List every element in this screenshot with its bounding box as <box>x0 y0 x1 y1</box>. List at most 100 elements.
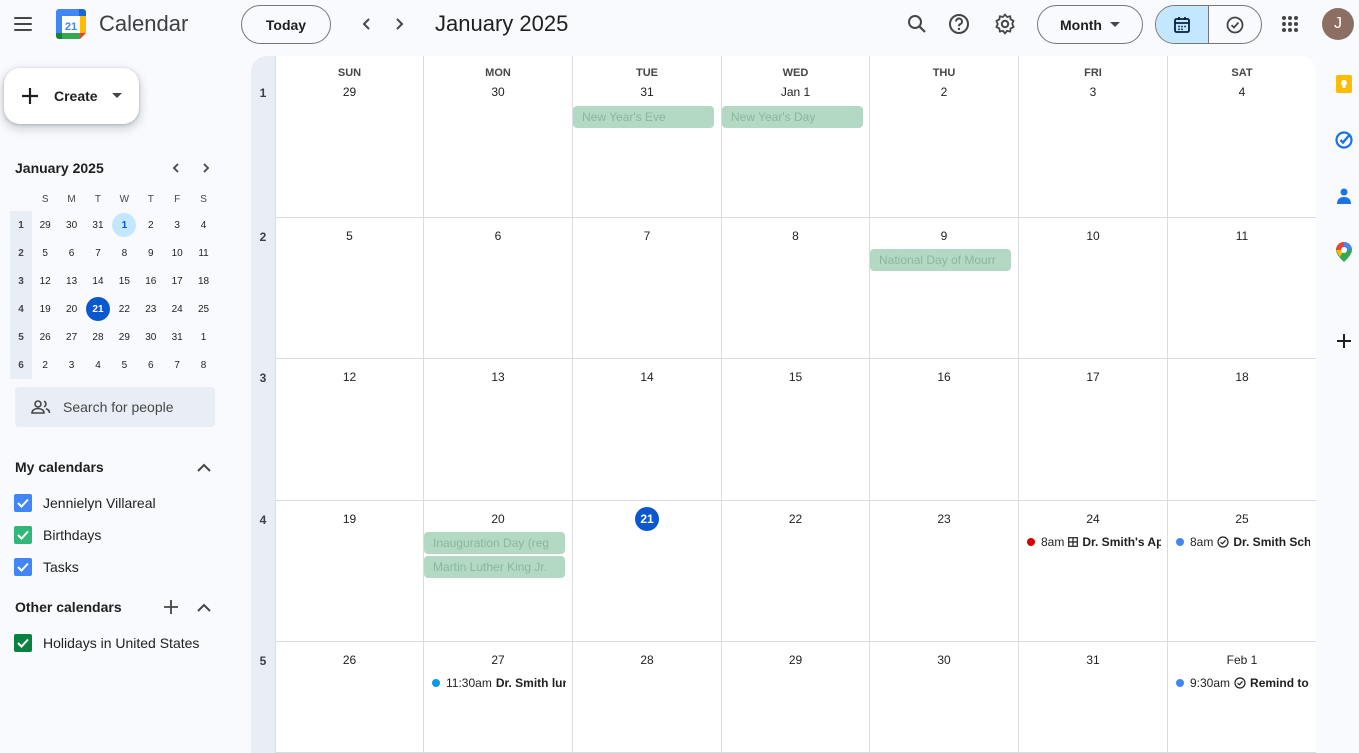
mini-day[interactable]: 16 <box>138 267 164 295</box>
day-cell[interactable]: 15 <box>721 359 869 501</box>
day-cell[interactable]: WED Jan 1 New Year's Day <box>721 56 869 218</box>
contacts-icon[interactable] <box>1333 185 1355 207</box>
day-cell[interactable]: 17 <box>1018 359 1167 501</box>
day-number[interactable]: Feb 1 <box>1168 648 1316 672</box>
day-cell[interactable]: MON 30 <box>423 56 572 218</box>
day-cell[interactable]: 13 <box>423 359 572 501</box>
day-number[interactable]: 17 <box>1019 365 1167 389</box>
day-cell[interactable]: 9 National Day of Mourr <box>869 218 1018 359</box>
account-avatar[interactable]: J <box>1322 8 1354 40</box>
day-number[interactable]: 12 <box>276 365 423 389</box>
day-cell[interactable]: 12 <box>275 359 423 501</box>
day-cell[interactable]: 14 <box>572 359 721 501</box>
previous-month-button[interactable] <box>355 12 379 36</box>
mini-week-number[interactable]: 2 <box>10 239 32 267</box>
day-cell[interactable]: 22 <box>721 501 869 642</box>
day-cell[interactable]: 6 <box>423 218 572 359</box>
day-cell[interactable]: 26 <box>275 642 423 753</box>
week-number[interactable]: 1 <box>251 86 275 100</box>
holiday-event-chip[interactable]: Inauguration Day (reg <box>424 532 565 554</box>
settings-gear-icon[interactable] <box>991 10 1019 38</box>
mini-day[interactable]: 29 <box>32 211 58 239</box>
mini-day[interactable]: 18 <box>190 267 216 295</box>
week-number[interactable]: 2 <box>251 230 275 244</box>
day-number[interactable]: 19 <box>276 507 423 531</box>
mini-week-number[interactable]: 6 <box>10 351 32 379</box>
mini-day[interactable]: 28 <box>85 323 111 351</box>
keep-icon[interactable] <box>1333 73 1355 95</box>
day-cell[interactable]: Feb 1 9:30am Remind to <box>1167 642 1316 753</box>
mini-day[interactable]: 17 <box>164 267 190 295</box>
calendar-item[interactable]: Jennielyn Villareal <box>14 494 156 512</box>
collapse-my-calendars-icon[interactable] <box>194 457 214 477</box>
mini-day[interactable]: 30 <box>138 323 164 351</box>
mini-day[interactable]: 12 <box>32 267 58 295</box>
day-cell[interactable]: 8 <box>721 218 869 359</box>
day-cell[interactable]: 11 <box>1167 218 1316 359</box>
mini-day[interactable]: 3 <box>58 351 84 379</box>
mini-day[interactable]: 5 <box>32 239 58 267</box>
mini-day[interactable]: 19 <box>32 295 58 323</box>
day-cell[interactable]: 18 <box>1167 359 1316 501</box>
day-number[interactable]: 26 <box>276 648 423 672</box>
mini-day[interactable]: 20 <box>58 295 84 323</box>
calendar-checkbox[interactable] <box>14 526 32 544</box>
timed-event[interactable]: 11:30am Dr. Smith lun <box>432 672 566 694</box>
day-number[interactable]: 9 <box>870 224 1018 248</box>
day-number[interactable]: 7 <box>573 224 721 248</box>
day-cell[interactable]: 25 8am Dr. Smith Sch <box>1167 501 1316 642</box>
day-number[interactable]: 27 <box>424 648 572 672</box>
mini-week-number[interactable]: 4 <box>10 295 32 323</box>
calendar-checkbox[interactable] <box>14 558 32 576</box>
mini-day[interactable]: 10 <box>164 239 190 267</box>
day-number[interactable]: 29 <box>276 80 423 104</box>
day-number[interactable]: 11 <box>1168 224 1316 248</box>
day-cell[interactable]: 29 <box>721 642 869 753</box>
mini-day[interactable]: 21 <box>85 295 111 323</box>
mini-day[interactable]: 2 <box>32 351 58 379</box>
day-number[interactable]: 21 <box>573 507 721 531</box>
day-cell[interactable]: 31 <box>1018 642 1167 753</box>
day-number[interactable]: 30 <box>424 80 572 104</box>
day-cell[interactable]: 24 8am Dr. Smith's Ap <box>1018 501 1167 642</box>
mini-day[interactable]: 24 <box>164 295 190 323</box>
day-number[interactable]: 23 <box>870 507 1018 531</box>
mini-day[interactable]: 27 <box>58 323 84 351</box>
mini-day[interactable]: 2 <box>138 211 164 239</box>
view-selector-dropdown[interactable]: Month <box>1037 5 1143 44</box>
day-number[interactable]: 16 <box>870 365 1018 389</box>
help-icon[interactable] <box>945 10 973 38</box>
mini-day[interactable]: 31 <box>164 323 190 351</box>
day-number[interactable]: 8 <box>722 224 869 248</box>
mini-day[interactable]: 6 <box>138 351 164 379</box>
mini-day[interactable]: 7 <box>164 351 190 379</box>
calendar-checkbox[interactable] <box>14 634 32 652</box>
day-number[interactable]: 4 <box>1168 80 1316 104</box>
mini-prev-month-button[interactable] <box>166 158 186 178</box>
day-number[interactable]: 6 <box>424 224 572 248</box>
day-cell[interactable]: 23 <box>869 501 1018 642</box>
timed-event[interactable]: 8am Dr. Smith's Ap <box>1027 531 1161 553</box>
add-other-calendar-icon[interactable] <box>161 597 181 617</box>
mini-day[interactable]: 3 <box>164 211 190 239</box>
day-cell[interactable]: SAT 4 <box>1167 56 1316 218</box>
mini-day[interactable]: 8 <box>190 351 216 379</box>
day-number[interactable]: 20 <box>424 507 572 531</box>
mini-day[interactable]: 5 <box>111 351 137 379</box>
today-button[interactable]: Today <box>241 5 331 44</box>
mini-day[interactable]: 31 <box>85 211 111 239</box>
mini-week-number[interactable]: 3 <box>10 267 32 295</box>
day-cell[interactable]: 27 11:30am Dr. Smith lun <box>423 642 572 753</box>
mini-day[interactable]: 23 <box>138 295 164 323</box>
holiday-event-chip[interactable]: New Year's Day <box>722 106 863 128</box>
search-people-input[interactable]: Search for people <box>15 387 215 427</box>
search-icon[interactable] <box>903 10 931 38</box>
collapse-other-calendars-icon[interactable] <box>194 597 214 617</box>
day-cell[interactable]: 7 <box>572 218 721 359</box>
mini-day[interactable]: 8 <box>111 239 137 267</box>
day-cell[interactable]: THU 2 <box>869 56 1018 218</box>
mini-day[interactable]: 22 <box>111 295 137 323</box>
mini-day[interactable]: 9 <box>138 239 164 267</box>
day-number[interactable]: 31 <box>1019 648 1167 672</box>
day-cell[interactable]: 10 <box>1018 218 1167 359</box>
